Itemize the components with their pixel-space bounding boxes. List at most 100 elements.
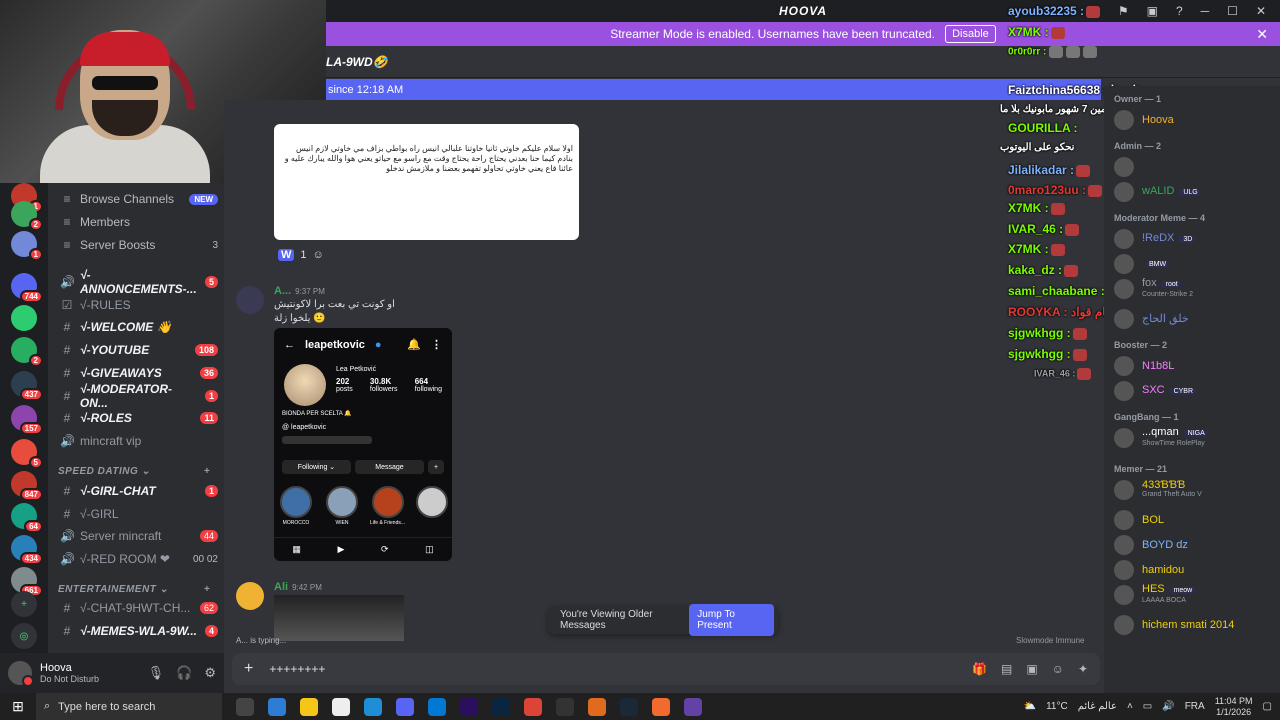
member-item[interactable]: wALID ULG bbox=[1114, 180, 1280, 204]
outlook-icon[interactable] bbox=[428, 697, 446, 716]
member-item[interactable]: Hoova bbox=[1114, 108, 1280, 132]
sidebar-item[interactable]: ≡ Members bbox=[56, 212, 218, 232]
server-icon[interactable]: 1 bbox=[11, 231, 43, 261]
channel-item[interactable]: # √-CHAT-9HWT-CH... 62 bbox=[56, 598, 218, 618]
network-icon[interactable]: ▭ bbox=[1143, 701, 1152, 712]
channel-item[interactable]: # √-ROLES 11 bbox=[56, 408, 218, 428]
help-icon[interactable]: ? bbox=[1176, 4, 1183, 18]
message-input[interactable]: + ++++++++ 🎁 ▤ ▣ ☺ ✦ bbox=[232, 653, 1100, 685]
instagram-screenshot[interactable]: ← leapetkovic ● 🔔 ⋮ Lea Petković 202 post… bbox=[274, 328, 452, 561]
member-item[interactable]: 433ƁƁƁ Grand Theft Auto V bbox=[1114, 478, 1280, 502]
image-attachment[interactable] bbox=[274, 595, 404, 641]
chevron-up-icon[interactable]: ˄ bbox=[1127, 701, 1133, 712]
close-icon[interactable]: ✕ bbox=[1256, 4, 1266, 18]
channel-item[interactable]: ☑ √-RULES bbox=[56, 295, 218, 315]
discord-icon[interactable] bbox=[396, 697, 414, 716]
member-item[interactable] bbox=[1114, 155, 1280, 179]
server-icon[interactable] bbox=[11, 305, 37, 331]
server-icon[interactable]: 157 bbox=[11, 405, 43, 435]
discover-icon[interactable]: ◎ bbox=[11, 623, 37, 649]
new-messages-bar[interactable]: since 12:18 AM bbox=[326, 79, 1101, 100]
mic-icon[interactable]: 🎙 bbox=[148, 665, 165, 681]
weather-icon[interactable]: ⛅ bbox=[1024, 701, 1036, 712]
member-item[interactable]: ...qman NIGA ShowTime RolePlay bbox=[1114, 426, 1280, 450]
discord-avatar[interactable] bbox=[236, 582, 264, 610]
member-item[interactable]: N1b8L bbox=[1114, 354, 1280, 378]
firefox-icon[interactable] bbox=[588, 697, 606, 716]
message-author[interactable]: Ali 9:42 PM bbox=[274, 581, 322, 593]
channel-item[interactable]: 🔊 √-RED ROOM ❤ 00 02 bbox=[56, 549, 218, 569]
category-header[interactable]: SPEED DATING ⌄ + bbox=[58, 466, 210, 477]
store-icon[interactable] bbox=[268, 697, 286, 716]
server-icon[interactable]: 437 bbox=[11, 371, 43, 401]
app-icon[interactable] bbox=[652, 697, 670, 716]
server-icon[interactable]: 2 bbox=[11, 201, 43, 231]
steam-icon[interactable] bbox=[620, 697, 638, 716]
server-icon[interactable]: 2 bbox=[11, 337, 43, 367]
member-item[interactable]: BMW bbox=[1114, 252, 1280, 276]
member-item[interactable]: !ReDX 3D bbox=[1114, 227, 1280, 251]
server-icon[interactable]: 661 bbox=[11, 567, 43, 597]
add-reaction-icon[interactable]: ☺ bbox=[313, 249, 324, 261]
member-item[interactable]: SXC CYBR bbox=[1114, 379, 1280, 403]
attach-plus-icon[interactable]: + bbox=[244, 660, 253, 678]
channel-item[interactable]: # √-GIRL bbox=[56, 504, 218, 524]
premiere-icon[interactable] bbox=[460, 697, 478, 716]
language[interactable]: FRA bbox=[1185, 701, 1205, 712]
apps-icon[interactable]: ✦ bbox=[1078, 662, 1088, 676]
explorer-icon[interactable] bbox=[300, 697, 318, 716]
member-item[interactable]: BOYD dz bbox=[1114, 533, 1280, 557]
member-item[interactable]: HES meow LAAAA BOCA bbox=[1114, 583, 1280, 607]
jump-to-present-button[interactable]: Jump To Present bbox=[689, 604, 774, 636]
settings-gear-icon[interactable]: ⚙ bbox=[204, 665, 216, 681]
volume-icon[interactable]: 🔊 bbox=[1162, 701, 1174, 712]
server-icon[interactable]: 847 bbox=[11, 471, 43, 501]
server-icon[interactable]: 434 bbox=[11, 535, 43, 565]
close-banner-icon[interactable]: ✕ bbox=[1256, 26, 1268, 43]
taskbar-search[interactable]: ⌕ Type here to search bbox=[36, 693, 222, 720]
windows-start-icon[interactable]: ⊞ bbox=[0, 693, 36, 720]
clock[interactable]: 11:04 PM 1/1/2026 bbox=[1215, 696, 1253, 718]
channel-item[interactable]: 🔊 Server mincraft 44 bbox=[56, 526, 218, 546]
headset-icon[interactable]: 🎧 bbox=[176, 665, 192, 681]
channel-item[interactable]: 🔊 √-ANNONCEMENTS-... 5 bbox=[56, 268, 218, 296]
sidebar-item[interactable]: ≡ Server Boosts 3 bbox=[56, 235, 218, 255]
minimize-icon[interactable]: ─ bbox=[1201, 4, 1210, 18]
edge-icon[interactable] bbox=[364, 697, 382, 716]
sidebar-item[interactable]: ≡ Browse Channels NEW bbox=[56, 189, 218, 209]
channel-item[interactable]: # √-YOUTUBE 108 bbox=[56, 340, 218, 360]
channel-item[interactable]: # √-GIRL-CHAT 1 bbox=[56, 481, 218, 501]
screen-icon[interactable]: ▣ bbox=[1147, 4, 1158, 18]
file-icon[interactable] bbox=[332, 697, 350, 716]
member-item[interactable]: BOL bbox=[1114, 508, 1280, 532]
message-author[interactable]: A... 9:37 PM bbox=[274, 285, 325, 297]
member-item[interactable]: hamidou bbox=[1114, 558, 1280, 582]
member-item[interactable]: خلق الحاج bbox=[1114, 307, 1280, 331]
server-icon[interactable]: 744 bbox=[11, 273, 43, 303]
notification-icon[interactable]: ▢ bbox=[1263, 701, 1272, 712]
avatar[interactable] bbox=[236, 286, 264, 314]
chrome-icon[interactable] bbox=[524, 697, 542, 716]
channel-item[interactable]: # √-WELCOME 👋 bbox=[56, 317, 218, 337]
gift-icon[interactable]: 🎁 bbox=[972, 662, 987, 676]
twitch-icon[interactable] bbox=[684, 697, 702, 716]
channel-item[interactable]: # √-GIVEAWAYS 36 bbox=[56, 363, 218, 383]
server-icon[interactable]: 5 bbox=[11, 439, 43, 469]
photoshop-icon[interactable] bbox=[492, 697, 510, 716]
category-header[interactable]: ENTERTAINEMENT ⌄ + bbox=[58, 584, 210, 595]
maximize-icon[interactable]: ☐ bbox=[1227, 4, 1238, 18]
member-item[interactable]: hichem smati 2014 bbox=[1114, 613, 1280, 637]
obs-icon[interactable] bbox=[556, 697, 574, 716]
server-icon[interactable]: 64 bbox=[11, 503, 43, 533]
reaction-w[interactable]: W bbox=[278, 249, 295, 261]
pin-icon[interactable]: ⚑ bbox=[1118, 4, 1129, 18]
disable-button[interactable]: Disable bbox=[945, 25, 996, 43]
member-item[interactable]: fox root Counter-Strike 2 bbox=[1114, 277, 1280, 301]
task-view-icon[interactable] bbox=[236, 697, 254, 716]
message-image[interactable]: اولا سلام عليكم خاوتي ثانيا خاوتنا علبال… bbox=[274, 124, 579, 240]
channel-item[interactable]: # √-MODERATOR-ON... 1 bbox=[56, 382, 218, 410]
channel-item[interactable]: # √-MEMES-WLA-9W... 4 bbox=[56, 621, 218, 641]
avatar[interactable] bbox=[8, 661, 34, 687]
channel-item[interactable]: 🔊 mincraft vip bbox=[56, 431, 218, 451]
emoji-icon[interactable]: ☺ bbox=[1052, 662, 1064, 676]
